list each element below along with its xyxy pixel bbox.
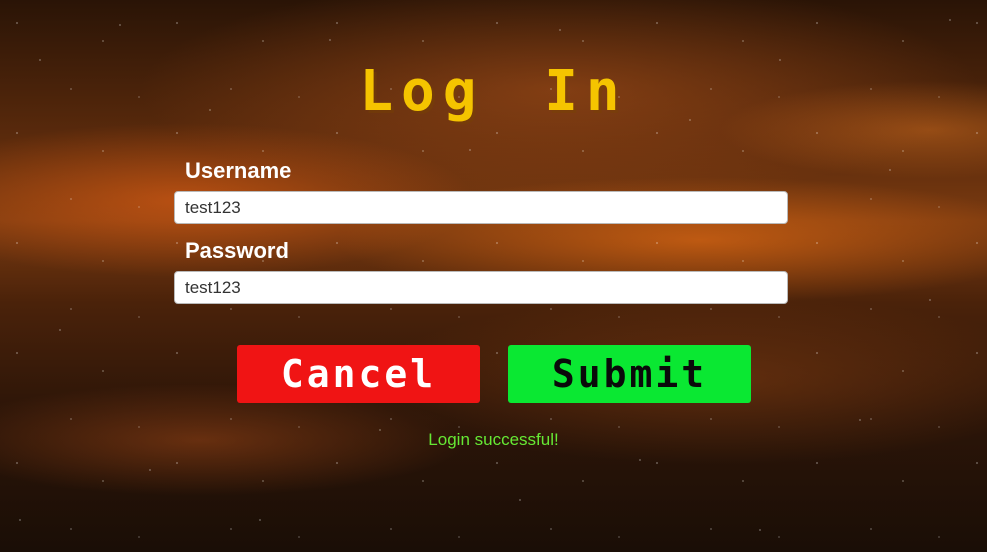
username-input[interactable] [174, 191, 788, 224]
username-label: Username [185, 158, 292, 183]
password-label: Password [185, 238, 289, 263]
status-message: Login successful! [428, 430, 559, 449]
cancel-button[interactable]: Cancel [237, 345, 480, 403]
submit-button[interactable]: Submit [508, 345, 751, 403]
password-input[interactable] [174, 271, 788, 304]
page-title: Log In [359, 59, 628, 124]
